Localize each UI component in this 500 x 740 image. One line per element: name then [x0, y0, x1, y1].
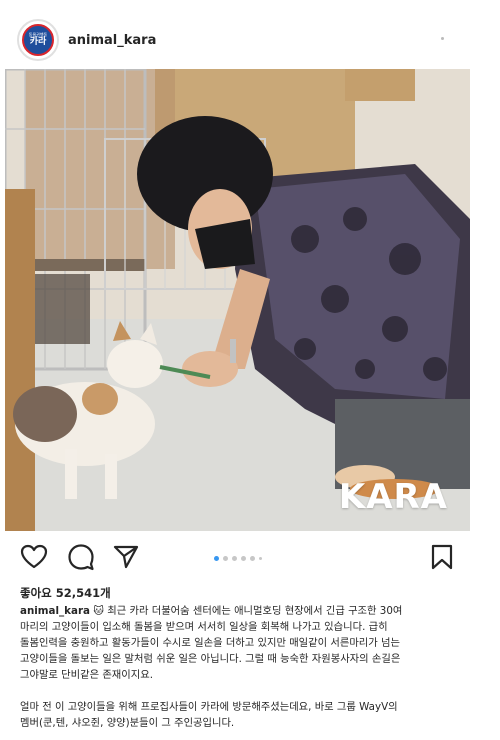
caption-line: 고양이들을 돌보는 일은 말처럼 쉬운 일은 아닙니다. 그럴 때 능숙한 자원… — [20, 653, 401, 665]
carousel-dot — [223, 555, 228, 561]
post-header: 동물권행동 카라 animal_kara — [0, 0, 500, 70]
carousel-indicator — [214, 554, 262, 562]
avatar-logo-text: 카라 — [29, 37, 47, 47]
caption-line: 마리의 고양이들이 입소해 돌봄을 받으며 서서히 일상을 회복해 나가고 있습… — [20, 621, 388, 633]
caption-text: 최근 카라 더불어숨 센터에는 애니멀호딩 현장에서 긴급 구조한 30여 — [107, 605, 403, 617]
carousel-dot — [259, 556, 262, 560]
like-count[interactable]: 좋아요 52,541개 — [20, 585, 111, 601]
carousel-dot — [214, 555, 219, 561]
avatar[interactable]: 동물권행동 카라 — [17, 19, 59, 61]
post-photo-illustration — [5, 69, 470, 531]
post-image[interactable]: KARA — [5, 69, 470, 531]
kara-logo: 동물권행동 카라 — [22, 24, 54, 56]
more-options-icon[interactable] — [441, 37, 444, 40]
post-caption: animal_kara 🐱 최근 카라 더불어숨 센터에는 애니멀호딩 현장에서… — [20, 603, 470, 731]
carousel-dot — [232, 555, 237, 561]
share-icon[interactable] — [111, 542, 141, 572]
carousel-dot — [250, 555, 255, 561]
kara-watermark: KARA — [338, 477, 448, 517]
caption-line: 얼마 전 이 고양이들을 위해 프로집사들이 카라에 방문해주셨는데요, 바로 … — [20, 701, 398, 713]
heart-icon[interactable] — [19, 542, 49, 572]
carousel-dot — [241, 555, 246, 561]
caption-line: 멤버(쿤,텐, 샤오쥔, 양양)분들이 그 주인공입니다. — [20, 717, 235, 729]
caption-line: animal_kara 🐱 최근 카라 더불어숨 센터에는 애니멀호딩 현장에서… — [20, 603, 470, 619]
bookmark-icon[interactable] — [427, 542, 457, 572]
post-username[interactable]: animal_kara — [68, 33, 156, 48]
cat-emoji: 🐱 — [93, 605, 105, 617]
post-actions — [0, 540, 500, 576]
caption-username[interactable]: animal_kara — [20, 605, 90, 617]
caption-line: 그야말로 단비같은 존재이지요. — [20, 669, 153, 681]
comment-icon[interactable] — [66, 542, 96, 572]
caption-line: 돌봄인력을 충원하고 활동가들이 수시로 일손을 더하고 있지만 매일같이 서른… — [20, 637, 400, 649]
